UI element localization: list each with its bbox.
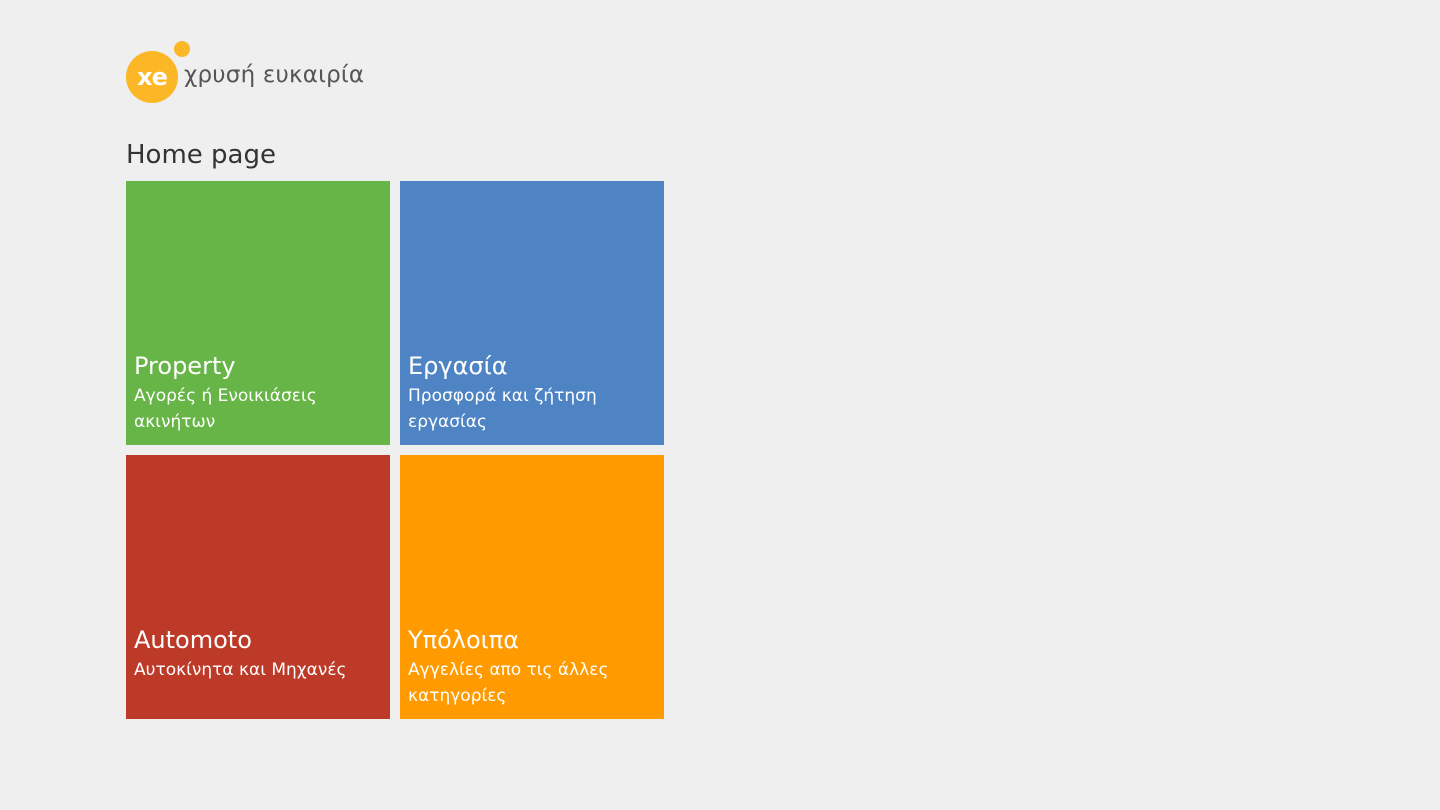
tile-ergasia[interactable]: Εργασία Προσφορά και ζήτηση εργασίας — [400, 181, 664, 445]
tile-subtitle: Προσφορά και ζήτηση εργασίας — [408, 386, 597, 432]
tile-subtitle: Αγγελίες απο τις άλλες κατηγορίες — [408, 660, 609, 706]
logo-text: χρυσή ευκαιρία — [184, 62, 365, 88]
tile-title: Εργασία — [408, 352, 508, 380]
tile-grid: Property Αγορές ή Ενοικιάσεις ακινήτων Ε… — [126, 181, 664, 719]
tile-title: Automoto — [134, 626, 252, 654]
xe-logo-icon: xe — [126, 41, 190, 103]
tile-title: Property — [134, 352, 236, 380]
tile-automoto[interactable]: Automoto Αυτοκίνητα και Μηχανές — [126, 455, 390, 719]
logo-dot — [174, 41, 190, 57]
app-logo: xe χρυσή ευκαιρία — [126, 38, 364, 104]
page-title: Home page — [126, 140, 276, 170]
tile-property[interactable]: Property Αγορές ή Ενοικιάσεις ακινήτων — [126, 181, 390, 445]
tile-subtitle: Αγορές ή Ενοικιάσεις ακινήτων — [134, 386, 317, 432]
tile-title: Υπόλοιπα — [408, 626, 520, 654]
tile-ypoloipa[interactable]: Υπόλοιπα Αγγελίες απο τις άλλες κατηγορί… — [400, 455, 664, 719]
tile-subtitle: Αυτοκίνητα και Μηχανές — [134, 660, 347, 680]
app-window: xe χρυσή ευκαιρία Home page Property Αγο… — [0, 0, 1440, 810]
logo-mark: xe — [126, 51, 178, 103]
